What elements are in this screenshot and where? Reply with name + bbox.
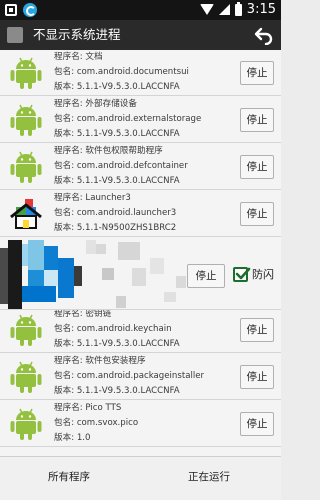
process-row: 程序名: Pico TTS 包名: com.svox.pico 版本: 1.0 停止 — [0, 401, 281, 447]
android-robot-icon — [9, 360, 43, 394]
stop-button[interactable]: 停止 — [187, 264, 225, 288]
process-row: 程序名: 软件包权限帮助程序包名: com.android.defcontain… — [0, 144, 281, 190]
package-name: 包名: com.android.keychain — [54, 324, 172, 334]
stop-button[interactable]: 停止 — [240, 412, 274, 436]
package-name: 包名: com.android.externalstorage — [54, 114, 202, 124]
package-name: 包名: com.svox.pico — [54, 418, 139, 428]
stop-button[interactable]: 停止 — [240, 202, 274, 226]
package-name: 包名: com.android.documentsui — [54, 67, 189, 77]
home-icon — [9, 197, 43, 231]
hide-system-label: 不显示系统进程 — [33, 27, 121, 42]
stop-button[interactable]: 停止 — [240, 61, 274, 85]
android-robot-icon — [9, 407, 43, 441]
system-icons: 3:15 — [199, 1, 276, 17]
notification-icons — [5, 3, 37, 17]
anti-flash-checkbox[interactable] — [233, 267, 251, 282]
process-name: 程序名: 外部存储设备 — [54, 99, 137, 109]
stop-button[interactable]: 停止 — [240, 108, 274, 132]
process-row: 程序名: 密钥链包名: com.android.keychain 版本: 5.1.… — [0, 307, 281, 353]
tab-running[interactable]: 正在运行 — [188, 469, 230, 485]
obscured-process-row: 停止 防闪 — [0, 240, 281, 310]
version-label: 版本: 5.1.1-V9.5.3.0.LACCNFA — [54, 339, 180, 349]
android-robot-icon — [9, 56, 43, 90]
process-name: 程序名: Launcher3 — [54, 193, 131, 203]
bottom-tab-bar: 所有程序 正在运行 — [0, 456, 281, 500]
wifi-icon — [199, 4, 214, 15]
back-icon[interactable] — [254, 25, 274, 45]
process-row: 程序名: 外部存储设备包名: com.android.externalstora… — [0, 97, 281, 143]
process-name: 程序名: 密钥链 — [54, 309, 112, 319]
stop-button[interactable]: 停止 — [240, 365, 274, 389]
hide-system-checkbox[interactable] — [7, 27, 23, 43]
android-robot-icon — [9, 103, 43, 137]
process-name: 程序名: Pico TTS — [54, 403, 122, 413]
signal-icon — [218, 4, 230, 15]
checkmark-icon — [235, 267, 251, 280]
process-name: 程序名: 软件包权限帮助程序 — [54, 146, 163, 156]
process-row: 程序名: 文档包名: com.android.documentsui 版本: 5.… — [0, 50, 281, 96]
tab-all-programs[interactable]: 所有程序 — [48, 469, 90, 485]
version-label: 版本: 1.0 — [54, 433, 91, 443]
version-label: 版本: 5.1.1-V9.5.3.0.LACCNFA — [54, 386, 180, 396]
package-name: 包名: com.android.packageinstaller — [54, 371, 205, 381]
version-label: 版本: 5.1.1-V9.5.3.0.LACCNFA — [54, 176, 180, 186]
anti-flash-label: 防闪 — [252, 268, 274, 281]
notification-icon — [5, 4, 17, 16]
package-name: 包名: com.android.defcontainer — [54, 161, 188, 171]
app-notification-icon — [23, 3, 37, 17]
android-robot-icon — [9, 313, 43, 347]
version-label: 版本: 5.1.1-V9.5.3.0.LACCNFA — [54, 82, 180, 92]
status-bar: 3:15 — [0, 0, 281, 20]
process-row: 程序名: 软件包安装程序包名: com.android.packageinsta… — [0, 354, 281, 400]
stop-button[interactable]: 停止 — [240, 155, 274, 179]
version-label: 版本: 5.1.1-V9.5.3.0.LACCNFA — [54, 129, 180, 139]
process-list: 程序名: 文档包名: com.android.documentsui 版本: 5.… — [0, 50, 281, 456]
battery-icon — [234, 1, 242, 16]
process-name: 程序名: 软件包安装程序 — [54, 356, 146, 366]
process-name: 程序名: 文档 — [54, 52, 103, 62]
version-label: 版本: 5.1.1-N9500ZHS1BRC2 — [54, 223, 177, 233]
toolbar: 不显示系统进程 — [0, 20, 281, 50]
stop-button[interactable]: 停止 — [240, 318, 274, 342]
process-row: 程序名: Launcher3 包名: com.android.launcher3 版… — [0, 191, 281, 237]
clock: 3:15 — [246, 2, 276, 17]
package-name: 包名: com.android.launcher3 — [54, 208, 177, 218]
android-robot-icon — [9, 150, 43, 184]
